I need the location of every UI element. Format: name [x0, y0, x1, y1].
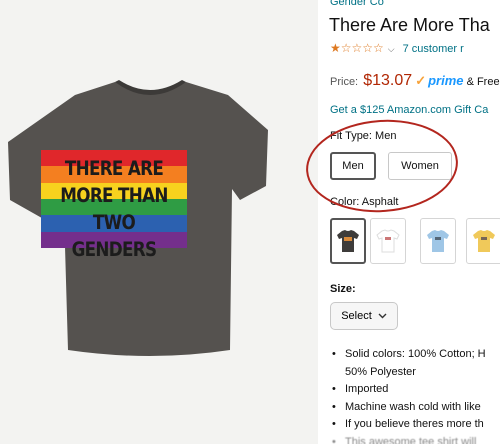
price-label: Price:: [330, 76, 359, 88]
feature-bullets: Solid colors: 100% Cotton; H 50% Polyest…: [332, 346, 500, 444]
shirt-text-line-3: TWO GENDERS: [71, 211, 158, 261]
product-detail-panel: Gender Co There Are More Tha ★☆☆☆☆ ⌵ 7 cus…: [318, 0, 500, 444]
size-select[interactable]: Select: [330, 302, 398, 330]
color-swatch-asphalt[interactable]: [330, 218, 366, 264]
size-label: Size:: [330, 283, 356, 295]
product-title: There Are More Tha: [329, 15, 490, 35]
size-select-value: Select: [341, 310, 372, 322]
brand-link[interactable]: Gender Co: [330, 0, 384, 8]
price-row: Price: $13.07 ✓ prime & Free: [330, 72, 500, 90]
feature-bullet: This awesome tee shirt will: [332, 434, 500, 444]
prime-logo: prime: [428, 73, 464, 88]
color-swatch-white[interactable]: [370, 218, 406, 264]
tshirt-swatch-icon: [427, 230, 449, 252]
tshirt-swatch-icon: [376, 229, 400, 253]
prime-check-icon: ✓: [415, 73, 427, 88]
feature-bullet: Solid colors: 100% Cotton; H: [332, 346, 500, 364]
color-swatch-yellow[interactable]: [466, 218, 500, 264]
feature-bullet-continuation: 50% Polyester: [345, 365, 416, 378]
free-shipping-text: & Free: [466, 76, 500, 88]
shirt-print-text: THERE ARE MORE THAN TWO GENDERS: [41, 155, 187, 263]
feature-bullet: If you believe theres more th: [332, 416, 500, 434]
color-swatch-light-blue[interactable]: [420, 218, 456, 264]
gift-card-link[interactable]: Get a $125 Amazon.com Gift Ca: [330, 104, 488, 116]
tshirt-swatch-icon: [473, 230, 495, 252]
price-value: $13.07: [363, 72, 413, 89]
rating-row: ★☆☆☆☆ ⌵ 7 customer r: [330, 41, 464, 55]
customer-reviews-link[interactable]: 7 customer r: [403, 43, 464, 55]
star-rating-icon[interactable]: ★☆☆☆☆: [330, 41, 384, 55]
shirt-text-line-1: THERE ARE: [64, 157, 164, 180]
chevron-down-icon: [378, 313, 387, 319]
shirt-text-line-2: MORE THAN: [60, 184, 168, 207]
feature-bullet: Machine wash cold with like: [332, 399, 500, 417]
tshirt-swatch-icon: [337, 230, 359, 252]
feature-bullet: Imported: [332, 381, 500, 399]
chevron-down-icon[interactable]: ⌵: [388, 44, 395, 54]
product-image-area: THERE ARE MORE THAN TWO GENDERS: [0, 0, 318, 444]
